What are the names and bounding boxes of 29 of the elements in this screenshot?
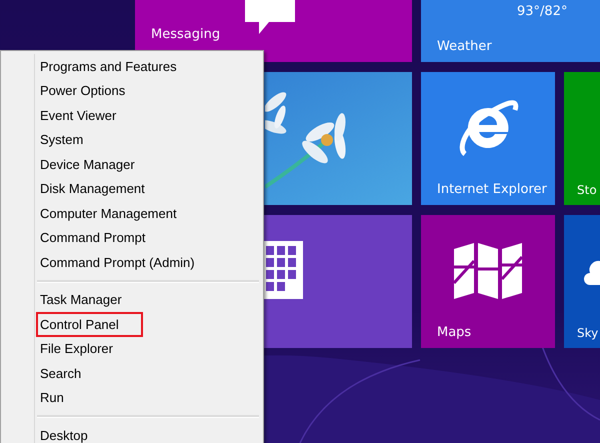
menu-item[interactable]: Power Options — [36, 78, 150, 104]
menu-item[interactable]: Device Manager — [36, 152, 159, 177]
menu-item[interactable]: Task Manager — [36, 287, 146, 312]
app-tile[interactable]: Sto — [564, 72, 600, 205]
menu-item[interactable]: Search — [36, 360, 106, 386]
tile-label: Maps — [437, 325, 472, 340]
folded-map-icon — [454, 242, 522, 298]
calendar-icon — [263, 241, 303, 299]
app-tile[interactable]: Internet Explorer — [421, 72, 555, 205]
menu-item[interactable]: Event Viewer — [36, 102, 140, 128]
menu-item[interactable]: System — [36, 127, 108, 152]
app-tile[interactable]: Maps — [421, 215, 555, 348]
menu-item[interactable]: Run — [36, 385, 88, 410]
menu-item[interactable]: Control Panel — [36, 312, 143, 337]
tile-label: Messaging — [151, 27, 222, 42]
tile-label: Sto — [577, 183, 598, 197]
menu-item[interactable]: Desktop — [36, 422, 112, 443]
tile-label: Weather — [437, 39, 493, 54]
menu-item[interactable]: Command Prompt (Admin) — [36, 250, 219, 275]
tile-label: Internet Explorer — [437, 182, 548, 197]
app-tile[interactable]: Sky — [564, 215, 600, 348]
temperature-reading: 93°/82° — [517, 4, 568, 19]
menu-item[interactable]: Computer Management — [36, 200, 201, 226]
menu-item[interactable]: File Explorer — [36, 336, 137, 362]
tile-label: Sky — [577, 326, 600, 340]
menu-item[interactable]: Command Prompt — [36, 225, 170, 250]
menu-item[interactable]: Disk Management — [36, 176, 169, 202]
app-tile[interactable]: Messaging — [135, 0, 412, 62]
weather-tile[interactable]: 93°/82° Weather — [421, 0, 600, 62]
